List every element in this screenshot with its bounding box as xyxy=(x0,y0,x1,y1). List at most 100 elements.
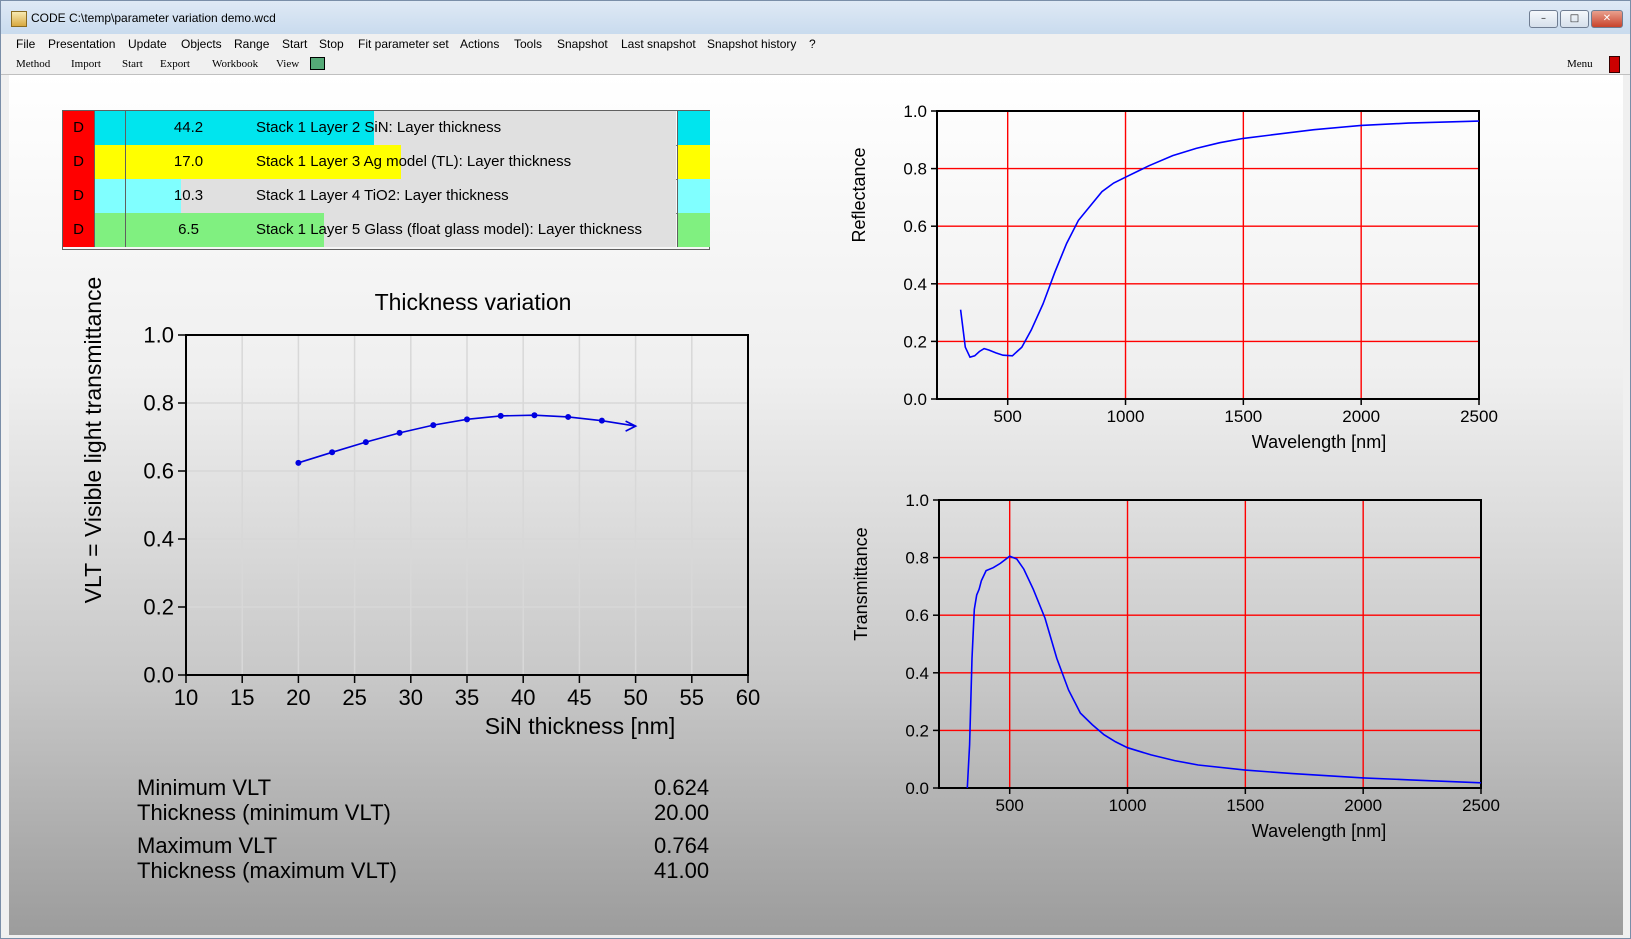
parameter-flag[interactable]: D xyxy=(63,213,95,247)
parameter-color-swatch xyxy=(677,111,710,145)
x-tick-label: 2500 xyxy=(1462,796,1500,815)
y-tick-label: 0.6 xyxy=(905,606,929,625)
y-tick-label: 0.4 xyxy=(143,527,174,552)
x-axis-label: Wavelength [nm] xyxy=(1252,432,1386,452)
toolbar-workbook[interactable]: Workbook xyxy=(212,58,258,70)
data-point xyxy=(329,449,336,456)
toolbar-export[interactable]: Export xyxy=(160,58,190,70)
maximize-button[interactable]: □ xyxy=(1560,10,1589,28)
data-point xyxy=(531,412,538,419)
parameter-label: Stack 1 Layer 4 TiO2: Layer thickness xyxy=(256,187,509,204)
menu-presentation[interactable]: Presentation xyxy=(48,37,115,51)
menu-range[interactable]: Range xyxy=(234,37,269,51)
parameter-flag[interactable]: D xyxy=(63,111,95,145)
title-bar: CODE C:\temp\parameter variation demo.wc… xyxy=(1,1,1630,35)
y-tick-label: 0.0 xyxy=(905,779,929,798)
parameter-color-swatch xyxy=(677,213,710,247)
x-tick-label: 500 xyxy=(996,796,1024,815)
y-tick-label: 0.8 xyxy=(903,160,927,179)
parameter-color-swatch xyxy=(95,213,126,247)
toolbar-method[interactable]: Method xyxy=(16,58,50,70)
menu-objects[interactable]: Objects xyxy=(181,37,222,51)
parameter-row[interactable]: D 17.0 Stack 1 Layer 3 Ag model (TL): La… xyxy=(63,145,710,180)
min-vlt-label: Minimum VLT xyxy=(137,775,272,800)
parameter-value: 17.0 xyxy=(173,153,204,170)
y-tick-label: 0.4 xyxy=(903,275,927,294)
y-tick-label: 0.0 xyxy=(903,390,927,409)
y-tick-label: 0.2 xyxy=(143,595,174,620)
min-vlt-value: 0.624 xyxy=(654,775,710,800)
series-line xyxy=(959,120,1480,359)
y-tick-label: 1.0 xyxy=(143,323,174,348)
data-point xyxy=(396,429,403,436)
series-arrow xyxy=(625,420,638,432)
toolbar-import[interactable]: Import xyxy=(71,58,101,70)
y-tick-label: 1.0 xyxy=(905,491,929,510)
max-thickness-value: 41.00 xyxy=(654,858,710,883)
tool-bar: Method Import Start Export Workbook View… xyxy=(1,54,1630,75)
data-point xyxy=(362,439,369,446)
menu-tools[interactable]: Tools xyxy=(514,37,542,51)
y-tick-label: 1.0 xyxy=(903,102,927,121)
workbook-area: D 44.2 Stack 1 Layer 2 SiN: Layer thickn… xyxy=(9,75,1623,935)
y-tick-label: 0.4 xyxy=(905,664,929,683)
y-tick-label: 0.8 xyxy=(143,391,174,416)
parameter-color-swatch xyxy=(677,145,710,179)
parameter-row[interactable]: D 6.5 Stack 1 Layer 5 Glass (float glass… xyxy=(63,213,710,249)
max-vlt-value: 0.764 xyxy=(654,833,710,858)
battery-icon[interactable] xyxy=(1609,56,1620,73)
parameter-color-swatch xyxy=(677,179,710,213)
data-point xyxy=(464,416,470,423)
parameter-color-swatch xyxy=(95,111,126,145)
toolbar-menu[interactable]: Menu xyxy=(1567,58,1593,70)
y-axis-label: Reflectance xyxy=(849,147,869,242)
toolbar-view[interactable]: View xyxy=(276,58,299,70)
parameter-row[interactable]: D 10.3 Stack 1 Layer 4 TiO2: Layer thick… xyxy=(63,179,710,214)
parameter-flag[interactable]: D xyxy=(63,145,95,179)
menu-snapshot-history[interactable]: Snapshot history xyxy=(707,37,796,51)
min-thickness-value: 20.00 xyxy=(654,800,710,825)
minimize-button[interactable]: – xyxy=(1529,10,1558,28)
x-axis-label: SiN thickness [nm] xyxy=(485,713,675,739)
data-point xyxy=(430,422,437,429)
x-tick-label: 2000 xyxy=(1344,796,1382,815)
x-tick-label: 15 xyxy=(230,685,254,710)
parameter-row[interactable]: D 44.2 Stack 1 Layer 2 SiN: Layer thickn… xyxy=(63,111,710,146)
x-tick-label: 500 xyxy=(994,407,1022,426)
data-point xyxy=(565,413,572,420)
menu-help[interactable]: ? xyxy=(809,37,816,51)
x-tick-label: 45 xyxy=(567,685,591,710)
series-line xyxy=(966,555,1482,789)
menu-start[interactable]: Start xyxy=(282,37,307,51)
monitor-icon[interactable] xyxy=(310,57,325,70)
x-tick-label: 25 xyxy=(342,685,366,710)
menu-last-snapshot[interactable]: Last snapshot xyxy=(621,37,696,51)
parameter-body[interactable]: 44.2 Stack 1 Layer 2 SiN: Layer thicknes… xyxy=(126,111,676,145)
chart-title: Thickness variation xyxy=(375,289,572,315)
parameter-value: 6.5 xyxy=(178,221,199,238)
x-tick-label: 20 xyxy=(286,685,310,710)
menu-snapshot[interactable]: Snapshot xyxy=(557,37,608,51)
parameter-flag[interactable]: D xyxy=(63,179,95,213)
close-button[interactable]: ✕ xyxy=(1591,10,1623,28)
menu-fit-parameter-set[interactable]: Fit parameter set xyxy=(358,37,449,51)
menu-update[interactable]: Update xyxy=(128,37,167,51)
parameter-label: Stack 1 Layer 5 Glass (float glass model… xyxy=(256,221,643,238)
y-tick-label: 0.6 xyxy=(143,459,174,484)
parameter-body[interactable]: 10.3 Stack 1 Layer 4 TiO2: Layer thickne… xyxy=(126,179,676,213)
y-axis-label: Transmittance xyxy=(851,527,871,640)
y-tick-label: 0.2 xyxy=(903,332,927,351)
min-thickness-label: Thickness (minimum VLT) xyxy=(137,800,391,825)
parameter-body[interactable]: 17.0 Stack 1 Layer 3 Ag model (TL): Laye… xyxy=(126,145,676,179)
menu-actions[interactable]: Actions xyxy=(460,37,499,51)
toolbar-start[interactable]: Start xyxy=(122,58,143,70)
x-tick-label: 60 xyxy=(736,685,760,710)
menu-file[interactable]: File xyxy=(16,37,35,51)
x-tick-label: 2000 xyxy=(1342,407,1380,426)
x-axis-label: Wavelength [nm] xyxy=(1252,821,1386,841)
x-tick-label: 55 xyxy=(680,685,704,710)
parameter-body[interactable]: 6.5 Stack 1 Layer 5 Glass (float glass m… xyxy=(126,213,676,247)
menu-stop[interactable]: Stop xyxy=(319,37,344,51)
x-tick-label: 40 xyxy=(511,685,535,710)
reflectance-chart: 500 1000 1500 2000 2500 0.0 0.2 0.4 0.6 0.8 1.0 Re… xyxy=(849,102,1498,452)
